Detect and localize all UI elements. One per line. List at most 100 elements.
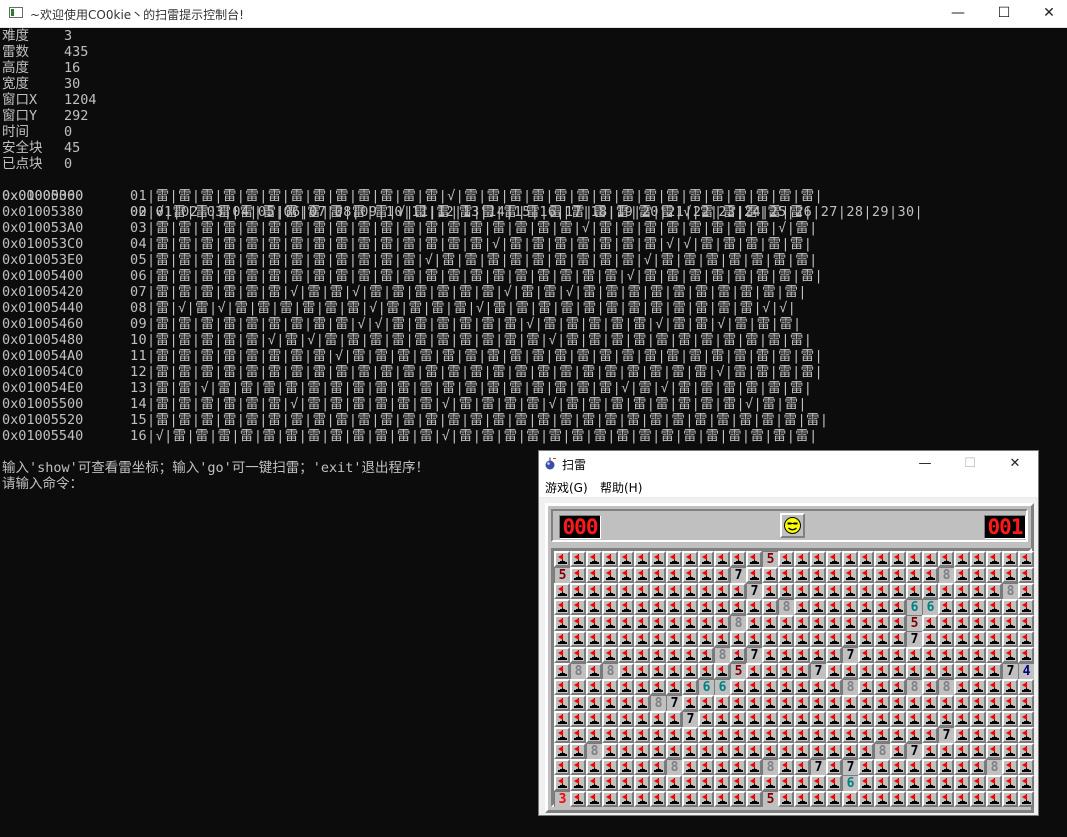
flagged-cell[interactable] xyxy=(986,551,1002,567)
flagged-cell[interactable] xyxy=(874,631,890,647)
flagged-cell[interactable] xyxy=(970,647,986,663)
number-cell[interactable]: 5 xyxy=(554,567,570,583)
flagged-cell[interactable] xyxy=(890,695,906,711)
flagged-cell[interactable] xyxy=(682,695,698,711)
flagged-cell[interactable] xyxy=(618,551,634,567)
flagged-cell[interactable] xyxy=(954,583,970,599)
flagged-cell[interactable] xyxy=(906,583,922,599)
flagged-cell[interactable] xyxy=(810,583,826,599)
flagged-cell[interactable] xyxy=(954,551,970,567)
number-cell[interactable]: 5 xyxy=(730,663,746,679)
flagged-cell[interactable] xyxy=(586,727,602,743)
flagged-cell[interactable] xyxy=(666,679,682,695)
flagged-cell[interactable] xyxy=(730,775,746,791)
flagged-cell[interactable] xyxy=(954,791,970,807)
command-input-prompt[interactable]: 请输入命令： xyxy=(2,476,83,492)
flagged-cell[interactable] xyxy=(602,743,618,759)
flagged-cell[interactable] xyxy=(570,791,586,807)
flagged-cell[interactable] xyxy=(666,551,682,567)
flagged-cell[interactable] xyxy=(650,775,666,791)
flagged-cell[interactable] xyxy=(906,759,922,775)
flagged-cell[interactable] xyxy=(1002,647,1018,663)
flagged-cell[interactable] xyxy=(730,599,746,615)
flagged-cell[interactable] xyxy=(666,775,682,791)
menu-help[interactable]: 帮助(H) xyxy=(600,479,642,496)
flagged-cell[interactable] xyxy=(970,727,986,743)
flagged-cell[interactable] xyxy=(970,631,986,647)
flagged-cell[interactable] xyxy=(826,599,842,615)
number-cell[interactable]: 5 xyxy=(762,551,778,567)
flagged-cell[interactable] xyxy=(650,567,666,583)
flagged-cell[interactable] xyxy=(746,615,762,631)
flagged-cell[interactable] xyxy=(890,599,906,615)
flagged-cell[interactable] xyxy=(874,567,890,583)
flagged-cell[interactable] xyxy=(1018,567,1034,583)
flagged-cell[interactable] xyxy=(970,583,986,599)
flagged-cell[interactable] xyxy=(858,743,874,759)
flagged-cell[interactable] xyxy=(1002,711,1018,727)
flagged-cell[interactable] xyxy=(778,759,794,775)
flagged-cell[interactable] xyxy=(730,743,746,759)
flagged-cell[interactable] xyxy=(746,759,762,775)
flagged-cell[interactable] xyxy=(1002,679,1018,695)
flagged-cell[interactable] xyxy=(666,663,682,679)
flagged-cell[interactable] xyxy=(730,727,746,743)
flagged-cell[interactable] xyxy=(778,711,794,727)
flagged-cell[interactable] xyxy=(698,567,714,583)
number-cell[interactable]: 8 xyxy=(938,679,954,695)
flagged-cell[interactable] xyxy=(986,679,1002,695)
flagged-cell[interactable] xyxy=(762,631,778,647)
flagged-cell[interactable] xyxy=(554,679,570,695)
flagged-cell[interactable] xyxy=(570,759,586,775)
flagged-cell[interactable] xyxy=(794,631,810,647)
number-cell[interactable]: 6 xyxy=(906,599,922,615)
flagged-cell[interactable] xyxy=(682,679,698,695)
flagged-cell[interactable] xyxy=(570,727,586,743)
flagged-cell[interactable] xyxy=(986,663,1002,679)
flagged-cell[interactable] xyxy=(618,743,634,759)
flagged-cell[interactable] xyxy=(954,615,970,631)
number-cell[interactable]: 7 xyxy=(938,727,954,743)
flagged-cell[interactable] xyxy=(970,759,986,775)
flagged-cell[interactable] xyxy=(714,695,730,711)
flagged-cell[interactable] xyxy=(826,551,842,567)
flagged-cell[interactable] xyxy=(826,631,842,647)
flagged-cell[interactable] xyxy=(554,583,570,599)
flagged-cell[interactable] xyxy=(826,759,842,775)
flagged-cell[interactable] xyxy=(858,727,874,743)
flagged-cell[interactable] xyxy=(794,551,810,567)
number-cell[interactable]: 7 xyxy=(906,631,922,647)
flagged-cell[interactable] xyxy=(890,759,906,775)
flagged-cell[interactable] xyxy=(938,647,954,663)
number-cell[interactable]: 7 xyxy=(730,567,746,583)
flagged-cell[interactable] xyxy=(970,551,986,567)
flagged-cell[interactable] xyxy=(794,615,810,631)
flagged-cell[interactable] xyxy=(650,615,666,631)
flagged-cell[interactable] xyxy=(586,599,602,615)
flagged-cell[interactable] xyxy=(650,727,666,743)
flagged-cell[interactable] xyxy=(938,551,954,567)
flagged-cell[interactable] xyxy=(762,647,778,663)
flagged-cell[interactable] xyxy=(778,775,794,791)
number-cell[interactable]: 8 xyxy=(730,615,746,631)
flagged-cell[interactable] xyxy=(762,599,778,615)
flagged-cell[interactable] xyxy=(762,615,778,631)
flagged-cell[interactable] xyxy=(970,615,986,631)
number-cell[interactable]: 6 xyxy=(698,679,714,695)
flagged-cell[interactable] xyxy=(634,695,650,711)
flagged-cell[interactable] xyxy=(618,663,634,679)
number-cell[interactable]: 8 xyxy=(586,743,602,759)
flagged-cell[interactable] xyxy=(986,791,1002,807)
flagged-cell[interactable] xyxy=(698,791,714,807)
flagged-cell[interactable] xyxy=(970,679,986,695)
flagged-cell[interactable] xyxy=(826,567,842,583)
flagged-cell[interactable] xyxy=(826,679,842,695)
flagged-cell[interactable] xyxy=(890,647,906,663)
flagged-cell[interactable] xyxy=(938,743,954,759)
flagged-cell[interactable] xyxy=(826,791,842,807)
flagged-cell[interactable] xyxy=(794,791,810,807)
number-cell[interactable]: 8 xyxy=(778,599,794,615)
flagged-cell[interactable] xyxy=(586,567,602,583)
flagged-cell[interactable] xyxy=(570,743,586,759)
flagged-cell[interactable] xyxy=(810,551,826,567)
